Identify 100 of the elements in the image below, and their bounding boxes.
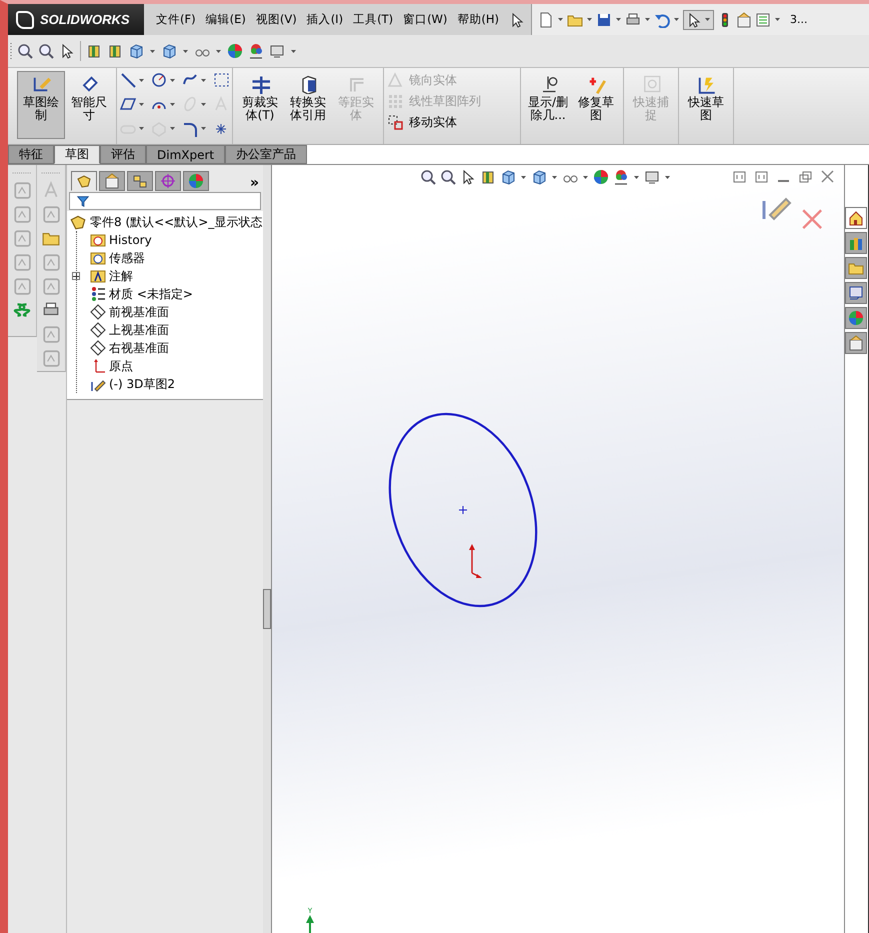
panel-tab[interactable] — [155, 171, 181, 191]
caret-icon[interactable] — [557, 17, 564, 22]
command-tab[interactable]: 特征 — [8, 145, 54, 164]
checklist-icon[interactable] — [755, 12, 772, 28]
caret-icon[interactable] — [774, 17, 782, 22]
appearance-icon[interactable] — [593, 169, 609, 185]
caret-icon[interactable] — [149, 48, 156, 54]
cube-icon[interactable] — [161, 43, 177, 59]
tree-item[interactable]: 零件8 (默认<<默认>_显示状态 — [90, 214, 262, 230]
spring-icon[interactable] — [13, 301, 31, 319]
caret-icon[interactable] — [290, 48, 297, 54]
caret-icon[interactable] — [644, 17, 652, 22]
fillet-icon[interactable] — [182, 120, 198, 137]
tree-item[interactable]: 材质 <未指定> — [109, 286, 193, 302]
ribbon-button[interactable]: 草图绘制 — [17, 71, 65, 139]
ribbon-button[interactable]: 快速草图 — [682, 71, 730, 139]
appearance-icon[interactable] — [227, 43, 243, 59]
panel-tab[interactable] — [71, 171, 97, 191]
tree-item[interactable]: (-) 3D草图2 — [109, 376, 176, 392]
display-style-icon[interactable] — [531, 169, 547, 185]
view-orientation-icon[interactable] — [128, 43, 144, 59]
zoom-area-icon[interactable] — [38, 43, 54, 59]
tree-item[interactable]: 原点 — [109, 358, 133, 374]
parallelogram-icon[interactable] — [120, 96, 136, 112]
menu-item[interactable]: 插入(I) — [306, 12, 344, 27]
scene-icon[interactable] — [248, 43, 264, 59]
caret-icon[interactable] — [215, 48, 222, 54]
caret-icon[interactable] — [664, 174, 671, 180]
ribbon-button[interactable]: 智能尺寸 — [65, 71, 113, 139]
caret-icon[interactable] — [200, 102, 207, 107]
ribbon-button[interactable]: 转换实体引用 — [284, 71, 332, 139]
filter-field[interactable] — [69, 192, 261, 210]
home-icon — [848, 210, 864, 226]
command-tab[interactable]: DimXpert — [146, 145, 226, 164]
caret-icon[interactable] — [138, 78, 145, 82]
task-pane-tab[interactable] — [845, 282, 867, 304]
restore-icon[interactable] — [798, 169, 814, 185]
caret-icon[interactable] — [182, 48, 189, 54]
tree-item[interactable]: 上视基准面 — [109, 322, 169, 338]
tree-item[interactable]: 注解 — [109, 268, 133, 284]
expand-toggle[interactable] — [72, 272, 80, 280]
zoom-fit-icon[interactable] — [17, 43, 33, 59]
caret-icon[interactable] — [633, 174, 640, 180]
menu-item[interactable]: 窗口(W) — [403, 12, 448, 27]
zoom-fit-icon[interactable] — [420, 169, 436, 185]
tile-right-icon[interactable] — [754, 169, 770, 185]
close-icon[interactable] — [820, 169, 836, 185]
zoom-area-icon[interactable] — [440, 169, 456, 185]
task-pane-tab[interactable] — [845, 207, 867, 229]
command-tab[interactable]: 草图 — [54, 145, 100, 164]
caret-icon[interactable] — [169, 102, 176, 107]
caret-icon[interactable] — [169, 126, 176, 132]
ribbon-button[interactable]: 修复草图 — [572, 71, 620, 139]
splitter-handle[interactable] — [263, 589, 271, 629]
options-icon[interactable] — [736, 12, 752, 28]
tree-item[interactable]: 右视基准面 — [109, 340, 169, 356]
circle-icon[interactable] — [151, 72, 167, 88]
task-pane-tab[interactable] — [845, 332, 867, 354]
undo-icon[interactable] — [654, 12, 670, 28]
menu-item[interactable]: 工具(T) — [353, 12, 394, 27]
overflow-text[interactable]: 3... — [790, 13, 808, 26]
ribbon-button[interactable]: 显示/删除几... — [524, 71, 572, 139]
caret-icon[interactable] — [551, 174, 558, 180]
printer-icon[interactable] — [625, 12, 642, 28]
panel-tab[interactable] — [127, 171, 153, 191]
menu-item[interactable]: 文件(F) — [156, 12, 196, 27]
monitor-icon[interactable] — [644, 169, 660, 185]
caret-icon[interactable] — [520, 174, 527, 180]
tile-left-icon[interactable] — [732, 169, 748, 185]
tree-item[interactable]: 传感器 — [109, 250, 145, 266]
rectangle-icon[interactable] — [213, 72, 229, 88]
view-orientation-icon[interactable] — [500, 169, 516, 185]
select-button[interactable] — [683, 10, 714, 30]
command-tab[interactable]: 评估 — [100, 145, 146, 164]
caret-icon[interactable] — [673, 17, 680, 22]
menu-item[interactable]: 编辑(E) — [206, 12, 246, 27]
panel-tab[interactable] — [99, 171, 125, 191]
cylinder-icon[interactable] — [107, 43, 123, 59]
caret-icon[interactable] — [169, 78, 176, 82]
caret-icon[interactable] — [200, 126, 207, 132]
command-tab[interactable]: 办公室产品 — [225, 145, 308, 164]
ribbon-button[interactable]: 剪裁实体(T) — [236, 71, 284, 139]
new-document-icon[interactable] — [538, 12, 554, 28]
caret-icon[interactable] — [615, 17, 622, 22]
task-pane-tab[interactable] — [845, 257, 867, 279]
monitor-icon[interactable] — [269, 43, 285, 59]
caret-icon[interactable] — [138, 102, 145, 107]
tree-item[interactable]: 前视基准面 — [109, 304, 169, 320]
caret-icon[interactable] — [586, 17, 594, 22]
menu-item[interactable]: 帮助(H) — [457, 12, 500, 27]
scene-icon[interactable] — [613, 169, 629, 185]
more-button[interactable]: » — [250, 175, 259, 191]
tree-item[interactable]: History — [109, 233, 152, 247]
caret-icon[interactable] — [704, 17, 712, 22]
menu-item[interactable]: 视图(V) — [256, 12, 297, 27]
caret-icon[interactable] — [138, 126, 145, 132]
caret-icon[interactable] — [200, 78, 207, 82]
caret-icon[interactable] — [582, 174, 589, 180]
ribbon-button[interactable]: 移动实体 — [387, 113, 457, 131]
line-icon[interactable] — [120, 72, 136, 88]
